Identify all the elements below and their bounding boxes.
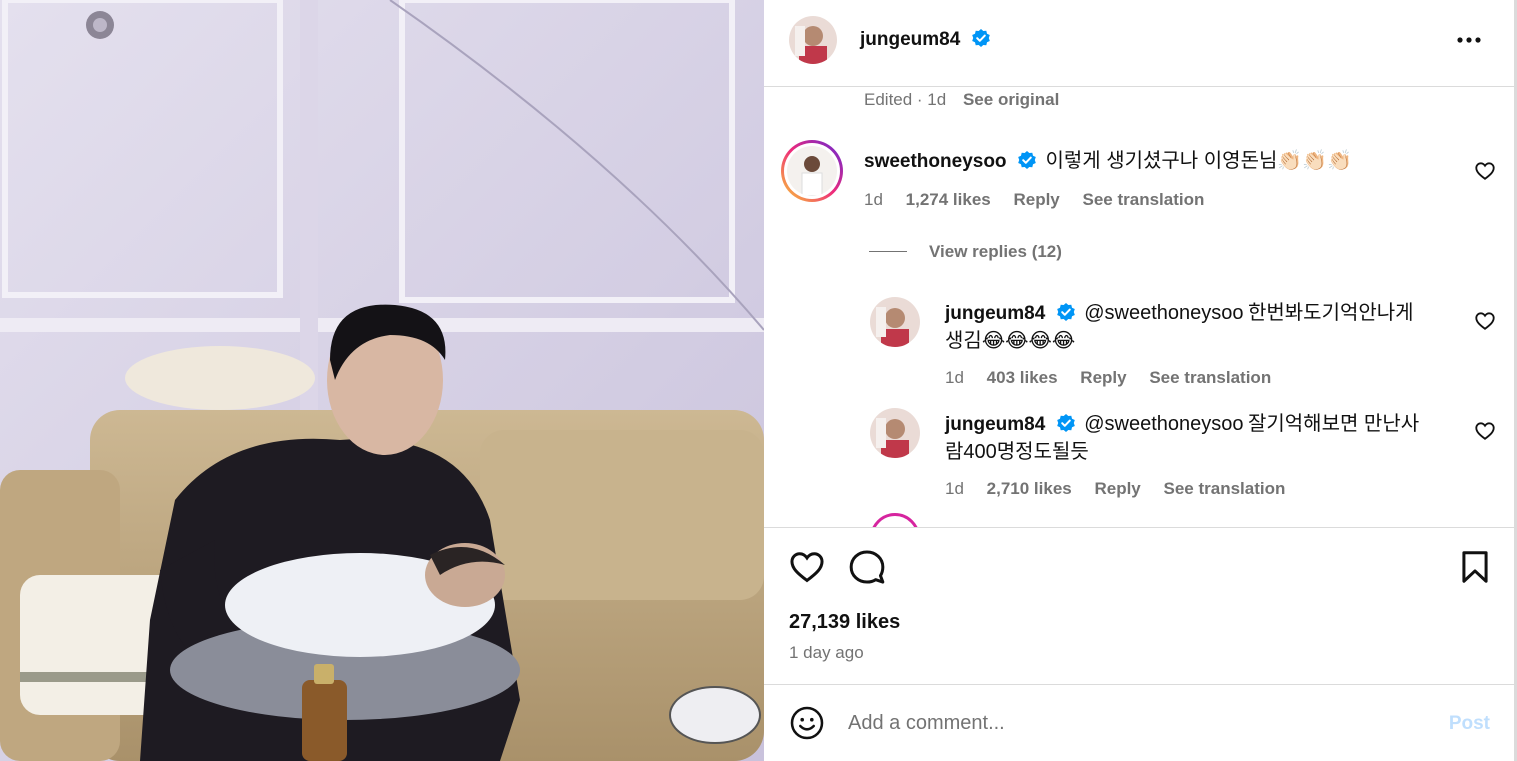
post-comment-button[interactable]: Post [1449,713,1490,735]
header-divider [764,86,1514,87]
comment-bubble-icon[interactable] [848,548,886,591]
smiley-icon[interactable] [789,705,825,746]
more-options-icon[interactable] [1454,22,1484,52]
heart-icon[interactable] [788,548,826,591]
see-original-link[interactable]: See original [963,90,1059,109]
reply-likes[interactable]: 403 likes [987,368,1058,387]
reply-avatar[interactable] [870,297,920,347]
reply-meta: 1d 403 likes Reply See translation [945,368,1289,388]
reply-time: 1d [945,479,964,498]
see-translation-button[interactable]: See translation [1083,190,1205,209]
reply-text-line1: 잘기억해보면 만난사 [1247,413,1420,435]
comment-likes[interactable]: 1,274 likes [906,190,991,209]
reply-like-heart-icon[interactable] [1474,310,1496,332]
reply-text-line2: 람400명정도될듯 [945,441,1089,463]
instagram-post-modal: jungeum84 Edited · 1d See original sweet… [0,0,1517,761]
reply-button[interactable]: Reply [1094,479,1140,498]
post-header: jungeum84 [764,0,1514,85]
comment-body: sweethoneysoo 이렇게 생기셨구나 이영돈님👏🏻👏🏻👏🏻 [864,147,1464,175]
reply-username[interactable]: jungeum84 [945,303,1045,324]
verified-badge-icon [1017,150,1037,175]
reply-text-line1: 한번봐도기억안나게 [1247,302,1414,324]
reply-likes[interactable]: 2,710 likes [987,479,1072,498]
add-comment-bar: Post [764,684,1514,761]
add-comment-input[interactable] [848,706,1408,740]
reply-body: jungeum84 @sweethoneysoo 잘기억해보면 만난사 람400… [945,410,1465,466]
post-details-panel: jungeum84 Edited · 1d See original sweet… [764,0,1514,761]
reply-emoji: 😂😂😂😂 [981,330,1076,352]
comment-meta: 1d 1,274 likes Reply See translation [864,190,1222,210]
reply-username[interactable]: jungeum84 [945,414,1045,435]
author-name-row: jungeum84 [860,28,991,53]
edited-row: Edited · 1d See original [864,90,1059,110]
edited-label: Edited · 1d [864,90,947,109]
comment-emoji: 👏🏻👏🏻👏🏻 [1277,150,1353,172]
comments-divider [764,527,1514,528]
post-likes-count[interactable]: 27,139 likes [789,611,900,634]
reply-avatar[interactable] [870,408,920,458]
reply-mention[interactable]: @sweethoneysoo [1084,413,1243,435]
comment-time: 1d [864,190,883,209]
post-photo [0,0,764,761]
see-translation-button[interactable]: See translation [1149,368,1271,387]
commenter-username[interactable]: sweethoneysoo [864,151,1007,172]
view-replies-button[interactable]: View replies (12) [869,242,1062,262]
reply-like-heart-icon[interactable] [1474,420,1496,442]
post-time-ago: 1 day ago [789,643,864,662]
reply-body: jungeum84 @sweethoneysoo 한번봐도기억안나게 생김😂😂😂… [945,299,1465,355]
reply-time: 1d [945,368,964,387]
reply-mention[interactable]: @sweethoneysoo [1084,302,1243,324]
author-username[interactable]: jungeum84 [860,29,960,50]
reply-text-line2: 생김 [945,330,982,352]
comment-text: 이렇게 생기셨구나 이영돈님 [1045,150,1278,172]
view-replies-label: View replies (12) [929,242,1062,261]
reply-button[interactable]: Reply [1013,190,1059,209]
comment-like-heart-icon[interactable] [1474,160,1496,182]
reply-meta: 1d 2,710 likes Reply See translation [945,479,1303,499]
verified-badge-icon [1056,302,1076,327]
view-replies-line [869,251,907,252]
bookmark-icon[interactable] [1456,548,1494,591]
verified-badge-icon [971,28,991,53]
verified-badge-icon [1056,413,1076,438]
next-reply-avatar-clipped [870,513,920,527]
reply-button[interactable]: Reply [1080,368,1126,387]
commenter-avatar[interactable] [781,140,843,202]
author-avatar[interactable] [789,16,837,64]
see-translation-button[interactable]: See translation [1164,479,1286,498]
